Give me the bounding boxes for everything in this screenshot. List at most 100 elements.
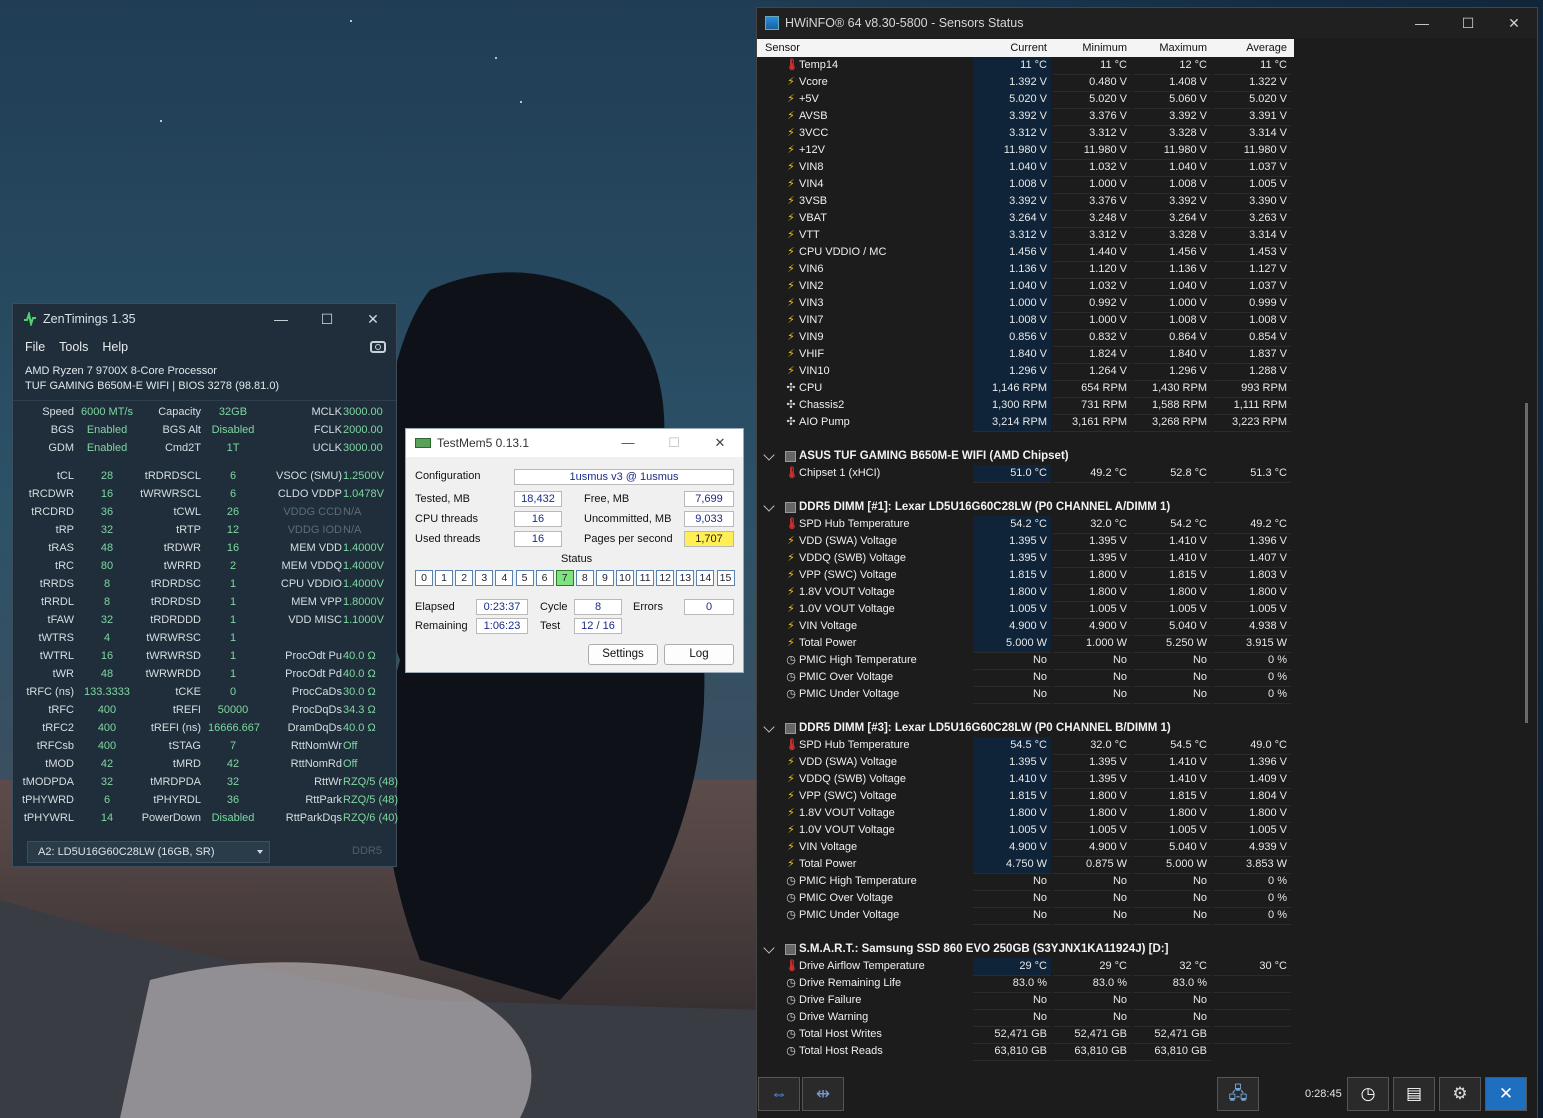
sensor-row[interactable]: ◷ PMIC Under Voltage No No No 0 % — [757, 686, 1294, 704]
sensor-row[interactable]: ◷ PMIC Over Voltage No No No 0 % — [757, 890, 1294, 908]
column-current[interactable]: Current — [1010, 39, 1047, 57]
maximize-button[interactable]: ☐ — [1445, 15, 1491, 32]
column-average[interactable]: Average — [1246, 39, 1287, 57]
sensor-row[interactable]: ⚡ VDDQ (SWB) Voltage 1.395 V 1.395 V 1.410 V… — [757, 550, 1294, 568]
minimize-button[interactable]: — — [1399, 15, 1445, 32]
close-button[interactable]: ✕ — [1491, 15, 1537, 32]
sensor-group-header[interactable]: DDR5 DIMM [#3]: Lexar LD5U16G60C28LW (P0… — [757, 720, 1294, 737]
camera-icon[interactable] — [370, 341, 386, 353]
sensor-row[interactable]: 🌡 Temp14 11 °C 11 °C 12 °C 11 °C — [757, 57, 1294, 75]
close-button[interactable]: ✕ — [350, 311, 396, 328]
minimum-value: 3.376 V — [1053, 193, 1131, 211]
sensor-row[interactable]: ⚡ +12V 11.980 V 11.980 V 11.980 V 11.980 V — [757, 142, 1294, 160]
sensor-row[interactable]: ◷ PMIC Over Voltage No No No 0 % — [757, 669, 1294, 687]
sensor-row[interactable]: ✣ AIO Pump 3,214 RPM 3,161 RPM 3,268 RPM 3,22… — [757, 414, 1294, 432]
sensor-row[interactable]: ⚡ VIN8 1.040 V 1.032 V 1.040 V 1.037 V — [757, 159, 1294, 177]
sensor-row[interactable]: ⚡ VIN7 1.008 V 1.000 V 1.008 V 1.008 V — [757, 312, 1294, 330]
sensor-row[interactable]: 🌡 Drive Airflow Temperature 29 °C 29 °C 32 °… — [757, 958, 1294, 976]
sensor-row[interactable]: ◷ Drive Failure No No No — [757, 992, 1294, 1010]
sensor-row[interactable]: ◷ PMIC High Temperature No No No 0 % — [757, 652, 1294, 670]
sensor-row[interactable]: ⚡ VDD (SWA) Voltage 1.395 V 1.395 V 1.410 V1… — [757, 533, 1294, 551]
sensor-row[interactable]: ⚡ Total Power 4.750 W 0.875 W 5.000 W 3.853 W — [757, 856, 1294, 874]
sensor-row[interactable]: ⚡ VHIF 1.840 V 1.824 V 1.840 V 1.837 V — [757, 346, 1294, 364]
sensor-row[interactable]: ⚡ 1.0V VOUT Voltage 1.005 V 1.005 V 1.005 V1… — [757, 601, 1294, 619]
sensor-row[interactable]: ◷ Total Host Reads 63,810 GB 63,810 GB 63,81… — [757, 1043, 1294, 1061]
sensor-row[interactable]: ⚡ Total Power 5.000 W 1.000 W 5.250 W 3.915 W — [757, 635, 1294, 653]
sensor-row[interactable]: ⚡ 3VCC 3.312 V 3.312 V 3.328 V 3.314 V — [757, 125, 1294, 143]
sensor-row[interactable]: ◷ PMIC Under Voltage No No No 0 % — [757, 907, 1294, 925]
sensor-row[interactable]: ⚡ VIN Voltage 4.900 V 4.900 V 5.040 V 4.938 V — [757, 618, 1294, 636]
sensor-row[interactable]: ⚡ VIN10 1.296 V 1.264 V 1.296 V 1.288 V — [757, 363, 1294, 381]
sensor-row[interactable]: ◷ Drive Warning No No No — [757, 1009, 1294, 1027]
sensor-row[interactable]: ⚡ 1.0V VOUT Voltage 1.005 V 1.005 V 1.005 V1… — [757, 822, 1294, 840]
sensor-row[interactable]: ✣ Chassis2 1,300 RPM 731 RPM 1,588 RPM 1,111 … — [757, 397, 1294, 415]
timing-label: ProcOdt Pd — [285, 668, 342, 680]
sensor-row[interactable]: ⚡ VDDQ (SWB) Voltage 1.410 V 1.395 V 1.410 V… — [757, 771, 1294, 789]
sensor-row[interactable]: 🌡 SPD Hub Temperature 54.2 °C 32.0 °C 54.2 °… — [757, 516, 1294, 534]
sensor-row[interactable]: ⚡ 3VSB 3.392 V 3.376 V 3.392 V 3.390 V — [757, 193, 1294, 211]
sensor-row[interactable]: ⚡ VBAT 3.264 V 3.248 V 3.264 V 3.263 V — [757, 210, 1294, 228]
sensor-row[interactable]: ◷ Total Host Writes 52,471 GB 52,471 GB 52,4… — [757, 1026, 1294, 1044]
scrollbar-thumb[interactable] — [1525, 403, 1528, 723]
sensor-row[interactable]: ⚡ Vcore 1.392 V 0.480 V 1.408 V 1.322 V — [757, 74, 1294, 92]
sensor-row[interactable]: ⚡ VIN4 1.008 V 1.000 V 1.008 V 1.005 V — [757, 176, 1294, 194]
star — [350, 20, 352, 22]
log-button[interactable]: Log — [664, 644, 734, 665]
sensor-row[interactable]: ◷ PMIC High Temperature No No No 0 % — [757, 873, 1294, 891]
sensor-row[interactable]: ⚡ VIN6 1.136 V 1.120 V 1.136 V 1.127 V — [757, 261, 1294, 279]
settings-button[interactable]: Settings — [588, 644, 658, 665]
timing-value: 1 — [229, 596, 237, 608]
column-sensor[interactable]: Sensor — [765, 39, 800, 57]
timing-value: 6 — [229, 470, 237, 482]
sensor-row[interactable]: ⚡ VIN3 1.000 V 0.992 V 1.000 V 0.999 V — [757, 295, 1294, 313]
timing-label: RttWr — [314, 776, 342, 788]
minimize-button[interactable]: — — [605, 435, 651, 451]
title-bar[interactable]: TestMem5 0.13.1 — ☐ ✕ — [406, 429, 743, 457]
maximize-button[interactable]: ☐ — [651, 435, 697, 451]
sensor-row[interactable]: ⚡ VIN Voltage 4.900 V 4.900 V 5.040 V 4.939 V — [757, 839, 1294, 857]
sensor-row[interactable]: 🌡 SPD Hub Temperature 54.5 °C 32.0 °C 54.5 °… — [757, 737, 1294, 755]
sensor-row[interactable]: ⚡ 1.8V VOUT Voltage 1.800 V 1.800 V 1.800 V1… — [757, 584, 1294, 602]
title-bar[interactable]: HWiNFO® 64 v8.30-5800 - Sensors Status —… — [757, 8, 1537, 38]
sensor-group-header[interactable]: S.M.A.R.T.: Samsung SSD 860 EVO 250GB (S… — [757, 941, 1294, 958]
chevron-down-icon[interactable] — [763, 500, 775, 512]
sensor-group-header[interactable]: DDR5 DIMM [#1]: Lexar LD5U16G60C28LW (P0… — [757, 499, 1294, 516]
close-button[interactable]: ✕ — [697, 435, 743, 451]
clock-icon[interactable]: ◷ — [1347, 1077, 1389, 1111]
sensor-row[interactable]: ⚡ 1.8V VOUT Voltage 1.800 V 1.800 V 1.800 V1… — [757, 805, 1294, 823]
sensor-row[interactable]: ⚡ AVSB 3.392 V 3.376 V 3.392 V 3.391 V — [757, 108, 1294, 126]
chevron-down-icon[interactable] — [763, 721, 775, 733]
menu-help[interactable]: Help — [102, 340, 128, 354]
menu-tools[interactable]: Tools — [59, 340, 88, 354]
column-minimum[interactable]: Minimum — [1082, 39, 1127, 57]
sensor-row[interactable]: ✣ CPU 1,146 RPM 654 RPM 1,430 RPM 993 RPM — [757, 380, 1294, 398]
report-icon[interactable]: ▤ — [1393, 1077, 1435, 1111]
minimize-button[interactable]: — — [258, 311, 304, 328]
sensor-list[interactable]: 🌡 Temp14 11 °C 11 °C 12 °C 11 °C ⚡ Vcore 1.392 V… — [757, 57, 1294, 1069]
close-icon[interactable]: ✕ — [1485, 1077, 1527, 1111]
chevron-down-icon[interactable] — [763, 449, 775, 461]
network-icon[interactable]: 🖧 — [1217, 1077, 1259, 1111]
sensor-group-header[interactable]: ASUS TUF GAMING B650M-E WIFI (AMD Chipse… — [757, 448, 1294, 465]
column-maximum[interactable]: Maximum — [1159, 39, 1207, 57]
title-bar[interactable]: ZenTimings 1.35 — ☐ ✕ — [13, 304, 396, 334]
dimm-select[interactable]: A2: LD5U16G60C28LW (16GB, SR) — [27, 841, 270, 863]
sensor-row[interactable]: ⚡ +5V 5.020 V 5.020 V 5.060 V 5.020 V — [757, 91, 1294, 109]
maximize-button[interactable]: ☐ — [304, 311, 350, 328]
sensor-row[interactable]: ⚡ VPP (SWC) Voltage 1.815 V 1.800 V 1.815 V1… — [757, 788, 1294, 806]
chevron-down-icon[interactable] — [763, 942, 775, 954]
sensor-row[interactable]: ◷ Drive Remaining Life 83.0 % 83.0 % 83.0 % — [757, 975, 1294, 993]
sensor-row[interactable]: 🌡 Chipset 1 (xHCI) 51.0 °C 49.2 °C 52.8 °C 51… — [757, 465, 1294, 483]
sensor-row[interactable]: ⚡ VTT 3.312 V 3.312 V 3.328 V 3.314 V — [757, 227, 1294, 245]
sensor-row[interactable]: ⚡ VIN2 1.040 V 1.032 V 1.040 V 1.037 V — [757, 278, 1294, 296]
lightning-icon: ⚡ — [787, 569, 795, 581]
expand-arrows-icon[interactable]: ⇔ — [758, 1077, 800, 1111]
settings-gear-icon[interactable]: ⚙ — [1439, 1077, 1481, 1111]
sensor-row[interactable]: ⚡ VDD (SWA) Voltage 1.395 V 1.395 V 1.410 V1… — [757, 754, 1294, 772]
sensor-row[interactable]: ⚡ VPP (SWC) Voltage 1.815 V 1.800 V 1.815 V1… — [757, 567, 1294, 585]
sensor-row[interactable]: ⚡ CPU VDDIO / MC 1.456 V 1.440 V 1.456 V 1.45… — [757, 244, 1294, 262]
vertical-scrollbar[interactable] — [1525, 58, 1530, 1068]
sensor-row[interactable]: ⚡ VIN9 0.856 V 0.832 V 0.864 V 0.854 V — [757, 329, 1294, 347]
collapse-arrows-icon[interactable]: ⇹ — [802, 1077, 844, 1111]
menu-file[interactable]: File — [25, 340, 45, 354]
